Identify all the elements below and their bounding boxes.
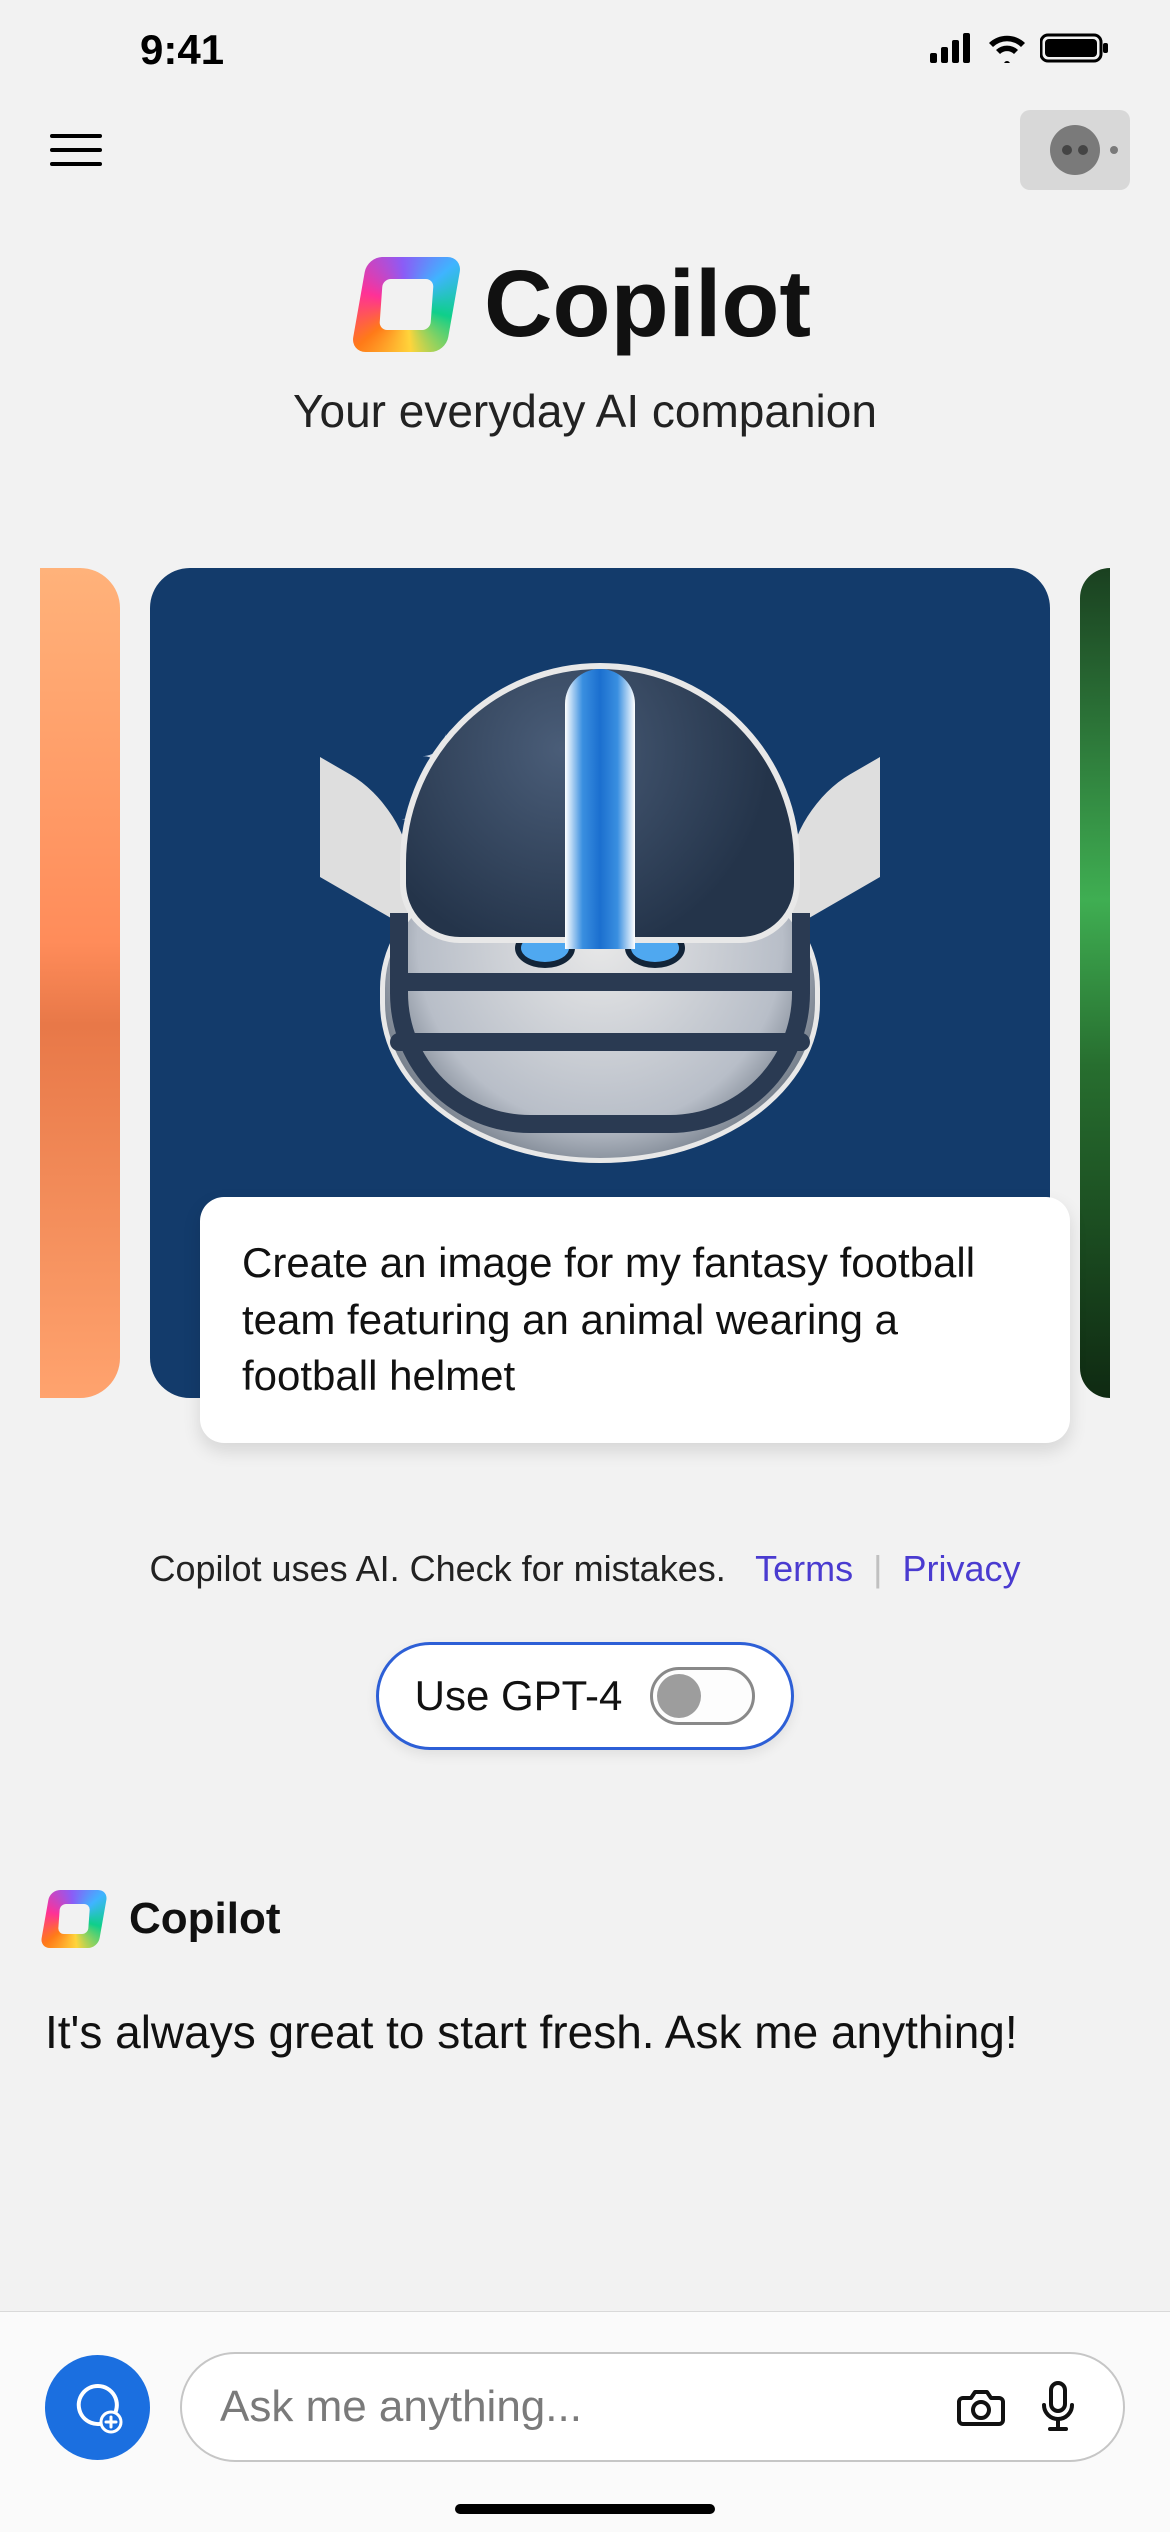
suggestion-carousel[interactable]: ✦ ✧ ✦ ✧ Create an image for my fantasy f… [0,568,1170,1398]
disclaimer-row: Copilot uses AI. Check for mistakes. Ter… [0,1548,1170,1590]
title-area: Copilot Your everyday AI companion [0,220,1170,458]
suggestion-card-next[interactable] [1080,568,1110,1398]
privacy-link[interactable]: Privacy [902,1548,1020,1589]
mic-icon [1040,2381,1076,2433]
logo-row: Copilot [0,250,1170,359]
chat-section: Copilot It's always great to start fresh… [0,1750,1170,2063]
battery-icon [1040,32,1110,69]
link-separator: | [863,1548,892,1589]
home-indicator[interactable] [455,2504,715,2514]
toggle-knob-icon [657,1674,701,1718]
toggle-switch[interactable] [650,1667,755,1725]
chat-sender-name: Copilot [129,1894,281,1944]
suggestion-card-prev[interactable] [40,568,120,1398]
cellular-icon [930,33,974,68]
status-icons [930,32,1110,69]
terms-link[interactable]: Terms [755,1548,853,1589]
menu-button[interactable] [40,124,112,176]
new-topic-button[interactable] [45,2355,150,2460]
status-time: 9:41 [60,26,224,74]
page-title: Copilot [484,250,811,359]
camera-icon [957,2386,1005,2428]
wifi-icon [986,33,1028,68]
gpt4-toggle-label: Use GPT-4 [415,1672,623,1720]
app-header [0,100,1170,220]
tagline: Your everyday AI companion [0,384,1170,438]
gpt4-toggle-wrap: Use GPT-4 [0,1642,1170,1750]
status-bar: 9:41 [0,0,1170,100]
mic-button[interactable] [1030,2380,1085,2435]
suggestion-prompt-box: Create an image for my fantasy football … [200,1197,1070,1443]
account-icon [1050,125,1100,175]
chat-header: Copilot [45,1890,1125,1948]
chat-greeting: It's always great to start fresh. Ask me… [45,2003,1125,2063]
message-placeholder: Ask me anything... [220,2382,931,2432]
copilot-logo-icon [351,257,463,352]
camera-button[interactable] [953,2380,1008,2435]
input-bar: Ask me anything... [0,2311,1170,2532]
suggestion-prompt-text: Create an image for my fantasy football … [242,1235,1028,1405]
suggestion-card[interactable]: ✦ ✧ ✦ ✧ Create an image for my fantasy f… [150,568,1050,1398]
hamburger-icon [50,134,102,138]
chat-plus-icon [71,2380,125,2434]
gpt4-toggle[interactable]: Use GPT-4 [376,1642,795,1750]
disclaimer-text: Copilot uses AI. Check for mistakes. [149,1548,725,1589]
message-input[interactable]: Ask me anything... [180,2352,1125,2462]
copilot-avatar-icon [40,1890,108,1948]
account-button[interactable] [1020,110,1130,190]
